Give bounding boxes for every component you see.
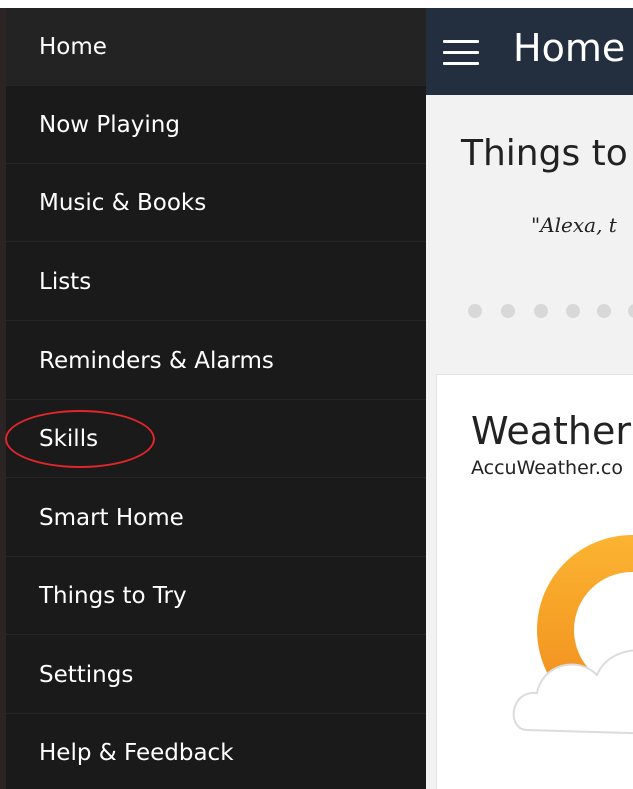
nav-item-label: Home — [39, 33, 107, 60]
partly-cloudy-icon — [512, 535, 633, 735]
nav-item-label: Settings — [39, 661, 134, 688]
nav-item-settings[interactable]: Settings — [6, 636, 426, 714]
carousel-dot[interactable] — [534, 304, 548, 318]
carousel-dot[interactable] — [566, 304, 580, 318]
alexa-quote: "Alexa, t — [531, 213, 617, 237]
nav-item-music-books[interactable]: Music & Books — [6, 164, 426, 242]
navigation-drawer: Home Now Playing Music & Books Lists Rem… — [6, 8, 426, 789]
weather-card[interactable]: Weather AccuWeather.co — [436, 374, 633, 789]
nav-item-label: Now Playing — [39, 111, 180, 138]
weather-card-title: Weather — [471, 409, 631, 453]
carousel-dot[interactable] — [468, 304, 482, 318]
nav-item-now-playing[interactable]: Now Playing — [6, 86, 426, 164]
carousel-dot[interactable] — [628, 304, 633, 318]
nav-item-lists[interactable]: Lists — [6, 243, 426, 321]
top-strip — [0, 0, 633, 8]
carousel-dot[interactable] — [597, 304, 611, 318]
nav-item-home[interactable]: Home — [6, 8, 426, 86]
nav-item-reminders-alarms[interactable]: Reminders & Alarms — [6, 322, 426, 400]
nav-item-label: Music & Books — [39, 189, 207, 216]
nav-item-things-to-try[interactable]: Things to Try — [6, 557, 426, 635]
nav-item-label: Reminders & Alarms — [39, 347, 274, 374]
nav-item-label: Lists — [39, 268, 92, 295]
nav-item-label: Things to Try — [39, 582, 187, 609]
page-title: Home — [513, 26, 626, 70]
weather-card-source: AccuWeather.co — [471, 457, 623, 479]
nav-item-label: Smart Home — [39, 504, 184, 531]
app-header: Home — [426, 8, 633, 95]
hamburger-menu-icon[interactable] — [443, 40, 479, 66]
nav-item-help-feedback[interactable]: Help & Feedback — [6, 714, 426, 789]
nav-item-label: Help & Feedback — [39, 739, 234, 766]
nav-item-label: Skills — [39, 425, 99, 452]
nav-item-skills[interactable]: Skills — [6, 400, 426, 478]
main-content: Things to "Alexa, t Weather AccuWeather.… — [426, 95, 633, 789]
nav-item-smart-home[interactable]: Smart Home — [6, 479, 426, 557]
carousel-dot[interactable] — [501, 304, 515, 318]
things-to-try-heading: Things to — [461, 133, 628, 174]
